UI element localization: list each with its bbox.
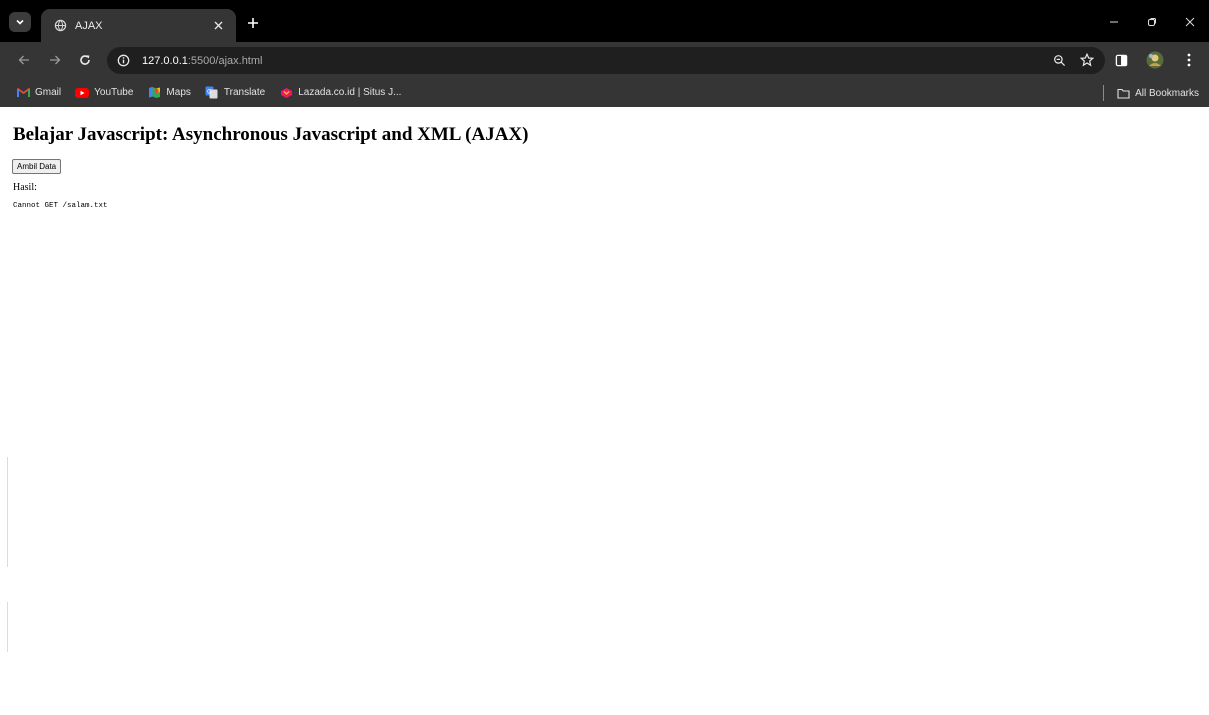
address-toolbar: 127.0.0.1:5500/ajax.html	[0, 42, 1209, 78]
tab-ajax[interactable]: AJAX	[41, 9, 236, 42]
maps-icon	[147, 86, 161, 100]
menu-button[interactable]	[1179, 50, 1199, 70]
avatar-icon	[1146, 51, 1164, 69]
toolbar-actions	[1111, 50, 1199, 70]
info-icon[interactable]	[115, 53, 131, 69]
restore-icon	[1148, 18, 1156, 26]
all-bookmarks-area: All Bookmarks	[1103, 82, 1199, 104]
tab-title: AJAX	[75, 19, 103, 32]
restore-button[interactable]	[1133, 10, 1171, 34]
translate-icon: G	[205, 86, 219, 100]
bookmark-label: Maps	[166, 87, 191, 98]
plus-icon	[248, 18, 258, 28]
zoom-button[interactable]	[1051, 52, 1067, 68]
omnibox[interactable]: 127.0.0.1:5500/ajax.html	[107, 47, 1105, 74]
bookmark-youtube[interactable]: YouTube	[75, 82, 133, 104]
folder-icon	[1116, 86, 1130, 100]
globe-icon	[53, 19, 67, 33]
bookmarks-divider	[1103, 85, 1105, 101]
all-bookmarks-button[interactable]: All Bookmarks	[1116, 82, 1199, 104]
url-text: 127.0.0.1:5500/ajax.html	[142, 55, 262, 67]
kebab-menu-icon	[1187, 53, 1191, 67]
ambil-data-button[interactable]: Ambil Data	[12, 159, 62, 174]
bookmark-maps[interactable]: Maps	[147, 82, 191, 104]
page-content: Belajar Javascript: Asynchronous Javascr…	[0, 107, 1209, 715]
bookmark-label: Translate	[223, 87, 266, 98]
svg-text:G: G	[207, 89, 212, 96]
bookmark-gmail[interactable]: Gmail	[16, 82, 61, 104]
url-host: 127.0.0.1	[142, 54, 188, 67]
side-panel-icon	[1115, 54, 1127, 66]
window-controls	[1095, 10, 1209, 34]
bookmark-lazada[interactable]: Lazada.co.id | Situs J...	[279, 82, 401, 104]
bookmark-label: Lazada.co.id | Situs J...	[298, 87, 402, 98]
star-icon	[1080, 53, 1094, 67]
bookmark-star-button[interactable]	[1079, 52, 1095, 68]
page-title: Belajar Javascript: Asynchronous Javascr…	[13, 124, 529, 145]
bookmark-label: YouTube	[94, 87, 134, 98]
omnibox-actions	[1051, 52, 1095, 68]
page-edge-divider	[7, 602, 8, 652]
reload-button[interactable]	[76, 51, 94, 69]
back-arrow-icon	[18, 55, 29, 65]
reload-icon	[80, 55, 90, 65]
close-icon	[1185, 17, 1195, 27]
youtube-icon	[75, 86, 90, 100]
minimize-icon	[1110, 21, 1118, 23]
new-tab-button[interactable]	[245, 15, 261, 31]
chevron-down-icon	[16, 19, 24, 25]
tab-strip: AJAX	[0, 0, 1209, 42]
zoom-icon	[1053, 54, 1065, 66]
profile-avatar[interactable]	[1145, 50, 1165, 70]
tab-close-button[interactable]	[210, 18, 226, 34]
url-path: :5500/ajax.html	[187, 54, 263, 67]
bookmark-label: Gmail	[35, 87, 62, 98]
close-icon	[214, 21, 222, 30]
all-bookmarks-label: All Bookmarks	[1135, 87, 1199, 99]
side-panel-button[interactable]	[1111, 50, 1131, 70]
forward-button[interactable]	[46, 51, 64, 69]
back-button[interactable]	[15, 51, 33, 69]
bookmarks-bar: Gmail YouTube Maps G Translate Lazada.co…	[0, 78, 1209, 107]
close-window-button[interactable]	[1171, 10, 1209, 34]
result-label: Hasil:	[13, 182, 37, 193]
page-edge-divider	[7, 457, 8, 567]
bookmark-translate[interactable]: G Translate	[205, 82, 265, 104]
result-output: Cannot GET /salam.txt	[13, 202, 108, 210]
minimize-button[interactable]	[1095, 10, 1133, 34]
gmail-icon	[16, 86, 30, 100]
lazada-icon	[279, 86, 293, 100]
forward-arrow-icon	[50, 55, 61, 65]
tab-search-button[interactable]	[9, 12, 31, 32]
